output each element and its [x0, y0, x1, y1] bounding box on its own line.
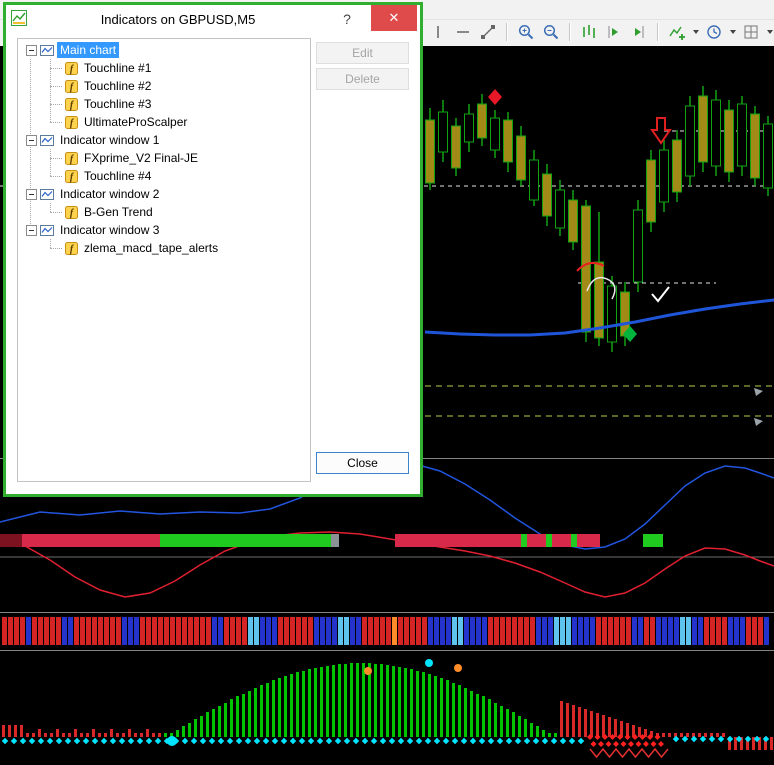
collapse-toggle-icon[interactable] — [26, 134, 37, 146]
custom-indicator-icon: f — [65, 79, 78, 93]
close-dialog-button[interactable]: Close — [316, 452, 409, 474]
tree-item-indicator[interactable]: f UltimateProScalper — [18, 113, 310, 131]
dialog-titlebar[interactable]: Indicators on GBPUSD,M5 ? ✕ — [6, 5, 420, 33]
tree-item-indicator[interactable]: f B-Gen Trend — [18, 203, 310, 221]
custom-indicator-icon: f — [65, 169, 78, 183]
tree-item-indicator[interactable]: f Touchline #1 — [18, 59, 310, 77]
tree-connector — [50, 175, 62, 177]
tree-item-main-chart[interactable]: Main chart — [18, 41, 310, 59]
custom-indicator-icon: f — [65, 241, 78, 255]
tree-connector — [50, 157, 62, 159]
tree-item-indicator-window-2[interactable]: Indicator window 2 — [18, 185, 310, 203]
tree-connector — [50, 247, 62, 249]
indicators-tree[interactable]: Main chart f Touchline #1 f Touchline #2… — [17, 38, 311, 482]
tree-connector — [50, 121, 62, 123]
collapse-toggle-icon[interactable] — [26, 44, 37, 56]
tree-item-indicator[interactable]: f zlema_macd_tape_alerts — [18, 239, 310, 257]
tree-item-label: Indicator window 3 — [60, 223, 160, 237]
tree-item-label: Touchline #1 — [84, 61, 152, 75]
tree-connector — [50, 85, 62, 87]
chart-window-icon — [40, 44, 54, 56]
collapse-toggle-icon[interactable] — [26, 188, 37, 200]
indicators-dialog: Indicators on GBPUSD,M5 ? ✕ Main chart f… — [3, 2, 423, 497]
tree-item-label: Indicator window 2 — [60, 187, 160, 201]
tree-item-label: Touchline #4 — [84, 169, 152, 183]
touchline-tape — [0, 534, 663, 547]
close-icon: ✕ — [388, 10, 400, 25]
tree-item-indicator[interactable]: f Touchline #2 — [18, 77, 310, 95]
tree-item-indicator-window-3[interactable]: Indicator window 3 — [18, 221, 310, 239]
chart-window-icon — [40, 224, 54, 236]
tree-item-label: B-Gen Trend — [84, 205, 153, 219]
dialog-icon — [11, 10, 27, 31]
tree-item-label: Indicator window 1 — [60, 133, 160, 147]
tree-item-indicator-window-1[interactable]: Indicator window 1 — [18, 131, 310, 149]
delete-button[interactable]: Delete — [316, 68, 409, 90]
tree-connector — [50, 211, 62, 213]
metatrader-screen: Indicators on GBPUSD,M5 ? ✕ Main chart f… — [0, 0, 774, 765]
tree-item-label: FXprime_V2 Final-JE — [84, 151, 199, 165]
tree-item-label: Touchline #2 — [84, 79, 152, 93]
tree-item-indicator[interactable]: f Touchline #3 — [18, 95, 310, 113]
custom-indicator-icon: f — [65, 61, 78, 75]
tree-item-indicator[interactable]: f Touchline #4 — [18, 167, 310, 185]
custom-indicator-icon: f — [65, 97, 78, 111]
custom-indicator-icon: f — [65, 205, 78, 219]
close-button[interactable]: ✕ — [371, 5, 417, 31]
chart-window-icon — [40, 134, 54, 146]
tree-item-label: zlema_macd_tape_alerts — [84, 241, 219, 255]
dialog-title: Indicators on GBPUSD,M5 — [100, 12, 256, 27]
collapse-toggle-icon[interactable] — [26, 224, 37, 236]
tree-item-label: Main chart — [57, 42, 120, 58]
tree-item-indicator[interactable]: f FXprime_V2 Final-JE — [18, 149, 310, 167]
tree-connector — [50, 103, 62, 105]
chart-window-icon — [40, 188, 54, 200]
custom-indicator-icon: f — [65, 151, 78, 165]
tree-connector — [50, 67, 62, 69]
help-button[interactable]: ? — [338, 11, 356, 27]
edit-button[interactable]: Edit — [316, 42, 409, 64]
tree-item-label: UltimateProScalper — [84, 115, 188, 129]
custom-indicator-icon: f — [65, 115, 78, 129]
tree-item-label: Touchline #3 — [84, 97, 152, 111]
